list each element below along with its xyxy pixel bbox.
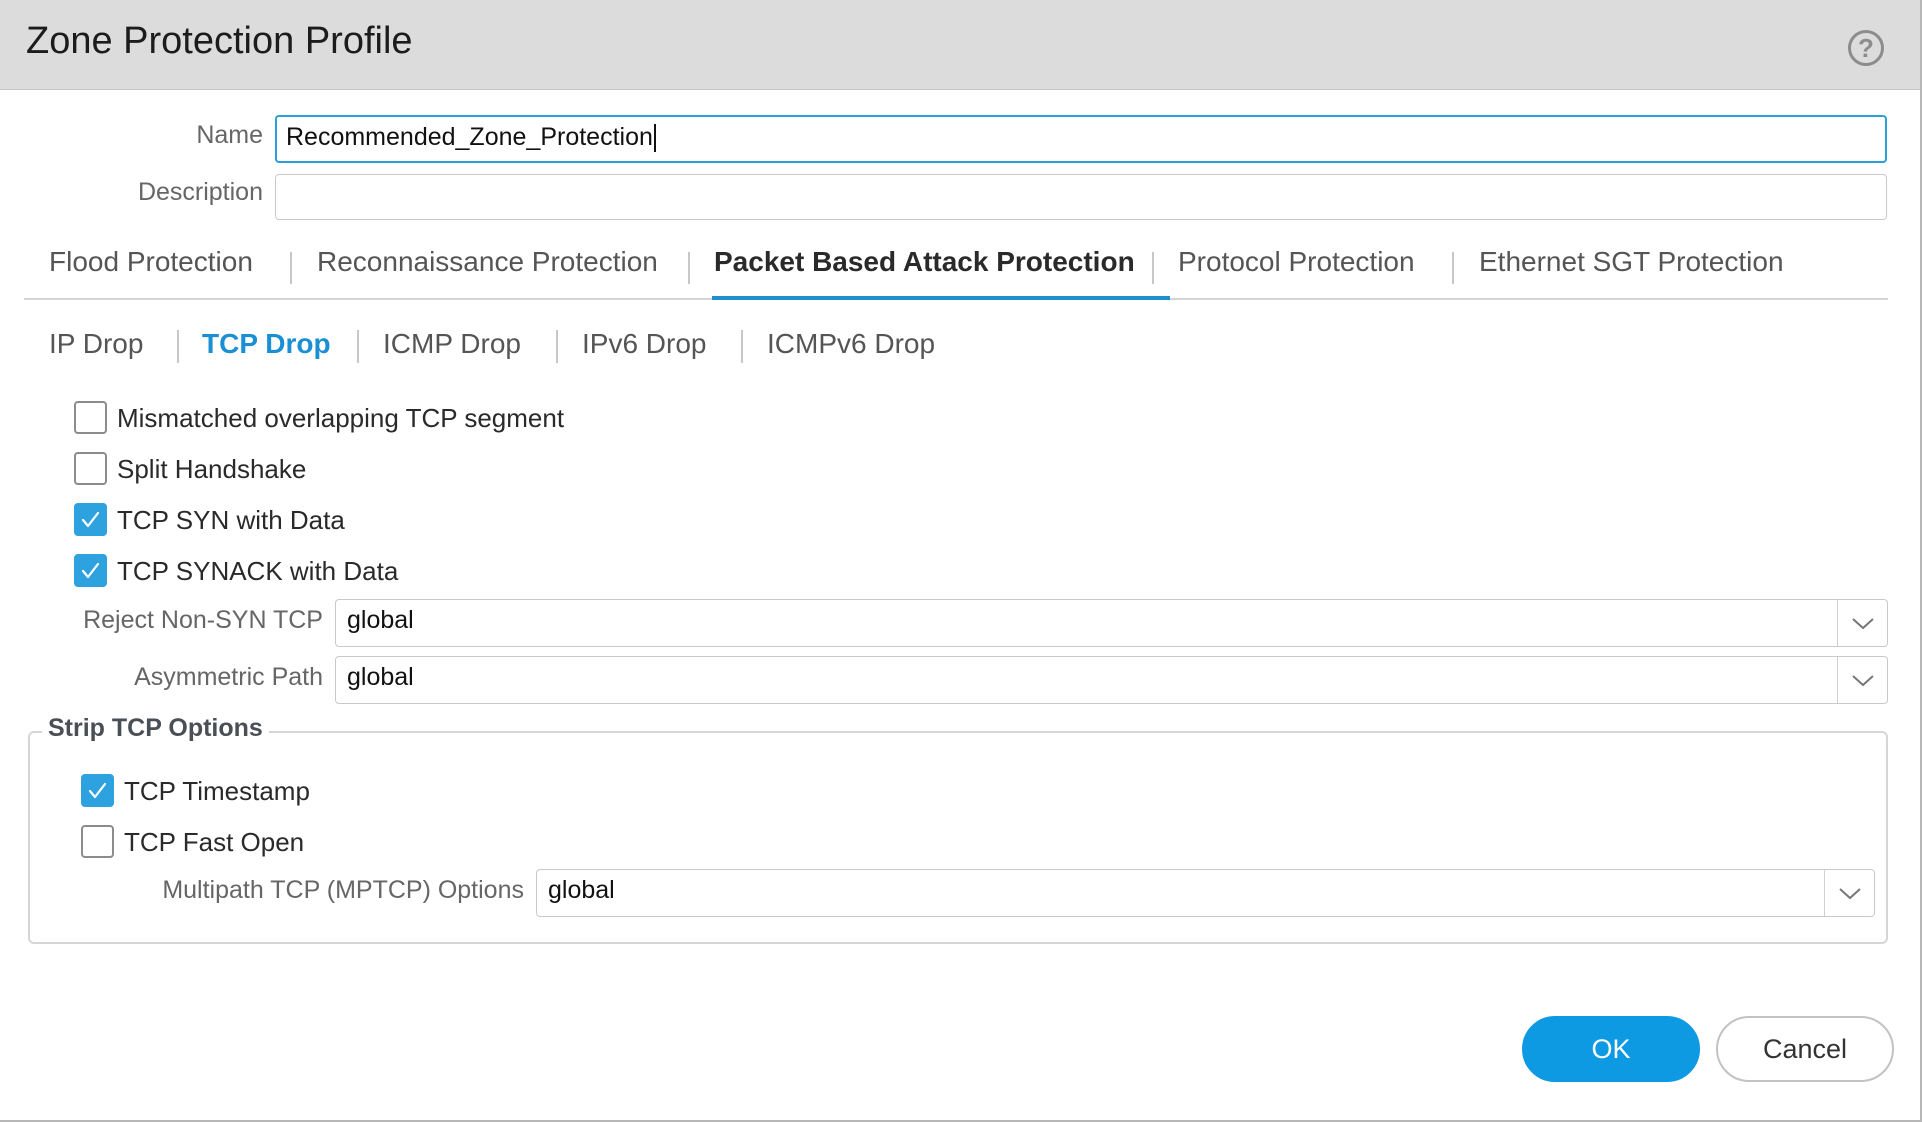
tab-flood-protection[interactable]: Flood Protection <box>49 246 253 278</box>
tab-protocol-protection[interactable]: Protocol Protection <box>1178 246 1415 278</box>
select-value: global <box>347 663 414 691</box>
tab-packet-based-attack-protection[interactable]: Packet Based Attack Protection <box>714 246 1135 278</box>
checkbox-label: TCP Timestamp <box>124 776 310 806</box>
dropdown-button[interactable] <box>1837 600 1887 646</box>
asymmetric-path-label: Asymmetric Path <box>134 663 323 691</box>
subtab-separator <box>177 330 179 363</box>
checkbox-row-split-handshake[interactable]: Split Handshake <box>74 452 674 488</box>
subtab-separator <box>556 330 558 363</box>
checkbox-row-tcp-timestamp[interactable]: TCP Timestamp <box>81 774 481 810</box>
dropdown-button[interactable] <box>1837 657 1887 703</box>
tab-ethernet-sgt-protection[interactable]: Ethernet SGT Protection <box>1479 246 1784 278</box>
reject-non-syn-select[interactable]: global <box>335 599 1888 647</box>
checkbox-label: Mismatched overlapping TCP segment <box>117 403 565 433</box>
subtab-icmp-drop[interactable]: ICMP Drop <box>383 328 521 360</box>
zone-protection-dialog: Zone Protection Profile ? Name Recommend… <box>0 0 1922 1122</box>
mptcp-options-select[interactable]: global <box>536 869 1875 917</box>
tcp-syn-with-data-checkbox[interactable] <box>74 503 107 536</box>
cancel-button[interactable]: Cancel <box>1716 1016 1894 1082</box>
checkbox-label: TCP SYNACK with Data <box>117 556 399 586</box>
checkbox-row-mismatched-overlapping[interactable]: Mismatched overlapping TCP segment <box>74 401 674 437</box>
chevron-down-icon <box>1839 888 1861 900</box>
split-handshake-checkbox[interactable] <box>74 452 107 485</box>
checkmark-icon <box>88 782 107 799</box>
mptcp-options-label: Multipath TCP (MPTCP) Options <box>162 876 524 904</box>
checkbox-row-tcp-fast-open[interactable]: TCP Fast Open <box>81 825 481 861</box>
checkmark-icon <box>81 511 100 528</box>
active-tab-indicator <box>712 296 1170 300</box>
checkbox-label: Split Handshake <box>117 454 307 484</box>
chevron-down-icon <box>1852 618 1874 630</box>
select-value: global <box>548 876 615 904</box>
description-label: Description <box>137 178 263 206</box>
name-input-value: Recommended_Zone_Protection <box>286 120 656 154</box>
subtab-tcp-drop[interactable]: TCP Drop <box>202 328 331 360</box>
checkbox-row-tcp-syn-with-data[interactable]: TCP SYN with Data <box>74 503 674 539</box>
dialog-header: Zone Protection Profile ? <box>0 0 1920 90</box>
tab-separator <box>1152 252 1154 284</box>
help-icon[interactable]: ? <box>1848 30 1884 66</box>
ok-button[interactable]: OK <box>1522 1016 1700 1082</box>
description-input[interactable] <box>275 174 1887 220</box>
tcp-timestamp-checkbox[interactable] <box>81 774 114 807</box>
tab-reconnaissance-protection[interactable]: Reconnaissance Protection <box>317 246 658 278</box>
tab-separator <box>1452 252 1454 284</box>
subtab-separator <box>357 330 359 363</box>
asymmetric-path-select[interactable]: global <box>335 656 1888 704</box>
checkbox-label: TCP SYN with Data <box>117 505 345 535</box>
dialog-title: Zone Protection Profile <box>26 20 413 62</box>
select-value: global <box>347 606 414 634</box>
name-label: Name <box>196 121 263 149</box>
main-tabs: Flood Protection Reconnaissance Protecti… <box>24 240 1888 300</box>
dropdown-button[interactable] <box>1824 870 1874 916</box>
tcp-fast-open-checkbox[interactable] <box>81 825 114 858</box>
checkmark-icon <box>81 562 100 579</box>
subtab-ip-drop[interactable]: IP Drop <box>49 328 143 360</box>
mismatched-overlapping-checkbox[interactable] <box>74 401 107 434</box>
checkbox-label: TCP Fast Open <box>124 827 305 857</box>
tcp-synack-with-data-checkbox[interactable] <box>74 554 107 587</box>
tab-separator <box>688 252 690 284</box>
tab-separator <box>290 252 292 284</box>
subtab-ipv6-drop[interactable]: IPv6 Drop <box>582 328 707 360</box>
subtab-icmpv6-drop[interactable]: ICMPv6 Drop <box>767 328 935 360</box>
checkbox-row-tcp-synack-with-data[interactable]: TCP SYNACK with Data <box>74 554 674 590</box>
subtab-separator <box>741 330 743 363</box>
text-caret <box>653 124 656 153</box>
chevron-down-icon <box>1852 675 1874 687</box>
reject-non-syn-label: Reject Non-SYN TCP <box>83 606 323 634</box>
strip-tcp-options-legend: Strip TCP Options <box>42 714 269 743</box>
